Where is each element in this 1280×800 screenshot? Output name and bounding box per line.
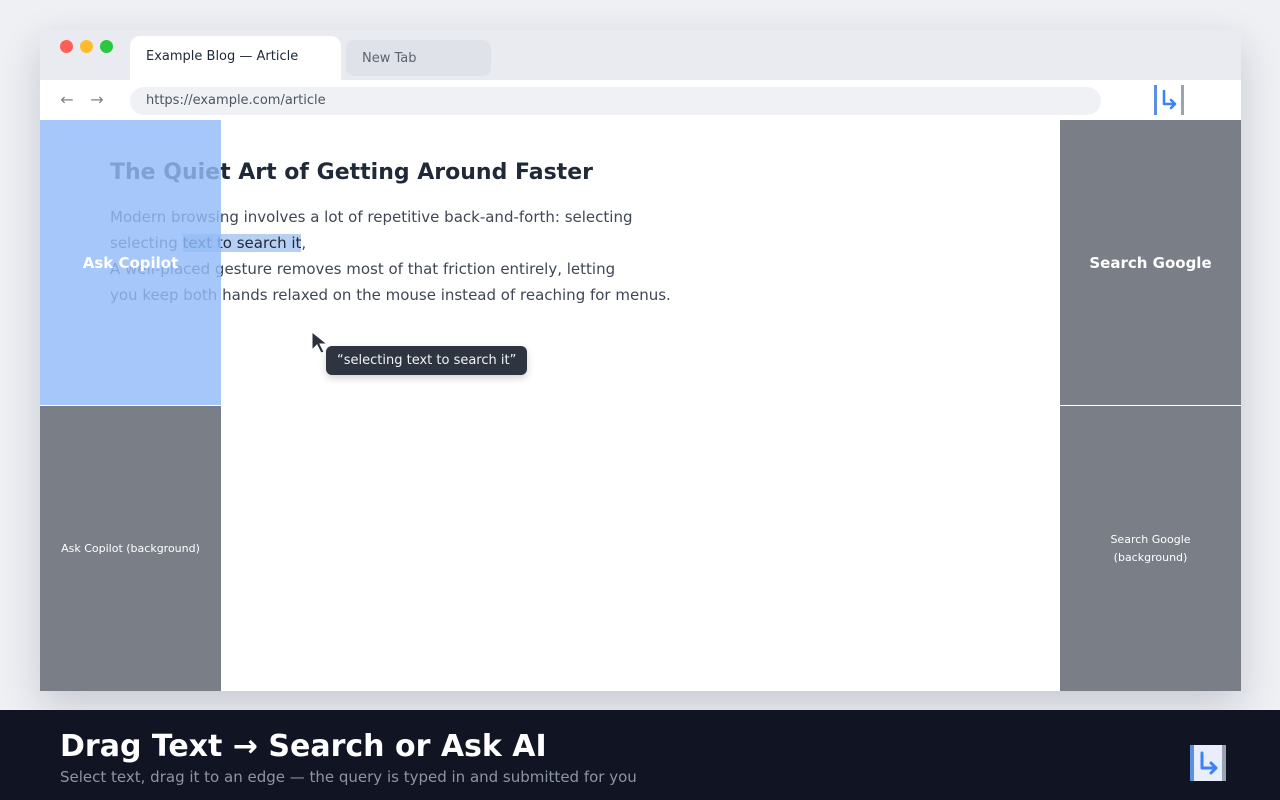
ask-copilot-zone[interactable]: Ask Copilot [40,120,221,405]
search-google-zone[interactable]: Search Google [1060,120,1241,405]
back-arrow-icon[interactable]: ← [55,88,79,112]
caption-subtitle: Select text, drag it to an edge — the qu… [60,768,637,786]
close-window-button[interactable] [60,40,73,53]
page-viewport: The Quiet Art of Getting Around Faster M… [40,120,1241,691]
address-bar[interactable]: https://example.com/article [130,87,1101,115]
tab-label: New Tab [362,50,417,66]
drag-preview: “selecting text to search it” [326,346,528,375]
drag-text-logo-icon [1190,745,1226,781]
url-text: https://example.com/article [146,93,326,108]
browser-titlebar: Example Blog — Article New Tab [40,30,1241,80]
caption-title: Drag Text → Search or Ask AI [60,729,547,764]
article-line-2-after: , [301,234,307,252]
forward-arrow-icon[interactable]: → [85,88,109,112]
browser-toolbar: ← → https://example.com/article [40,80,1241,120]
tab-new[interactable]: New Tab [346,40,491,76]
tab-active[interactable]: Example Blog — Article [130,36,341,80]
minimize-window-button[interactable] [80,40,93,53]
caption-bar: Drag Text → Search or Ask AI Select text… [0,710,1280,800]
browser-window: Example Blog — Article New Tab ← → https… [40,30,1241,691]
tab-label: Example Blog — Article [146,48,299,64]
zone-divider [56,405,205,406]
zone-label: Ask Copilot (background) [61,542,200,555]
zone-label: Search Google [1089,253,1212,272]
maximize-window-button[interactable] [100,40,113,53]
zone-label: Search Google (background) [1110,532,1191,564]
zone-divider [1076,405,1225,406]
ask-copilot-background-zone[interactable]: Ask Copilot (background) [40,406,221,691]
search-google-background-zone[interactable]: Search Google (background) [1060,406,1241,691]
zone-label: Ask Copilot [82,253,179,272]
stage: Example Blog — Article New Tab ← → https… [0,0,1280,800]
drag-text-extension-icon[interactable] [1154,85,1184,115]
